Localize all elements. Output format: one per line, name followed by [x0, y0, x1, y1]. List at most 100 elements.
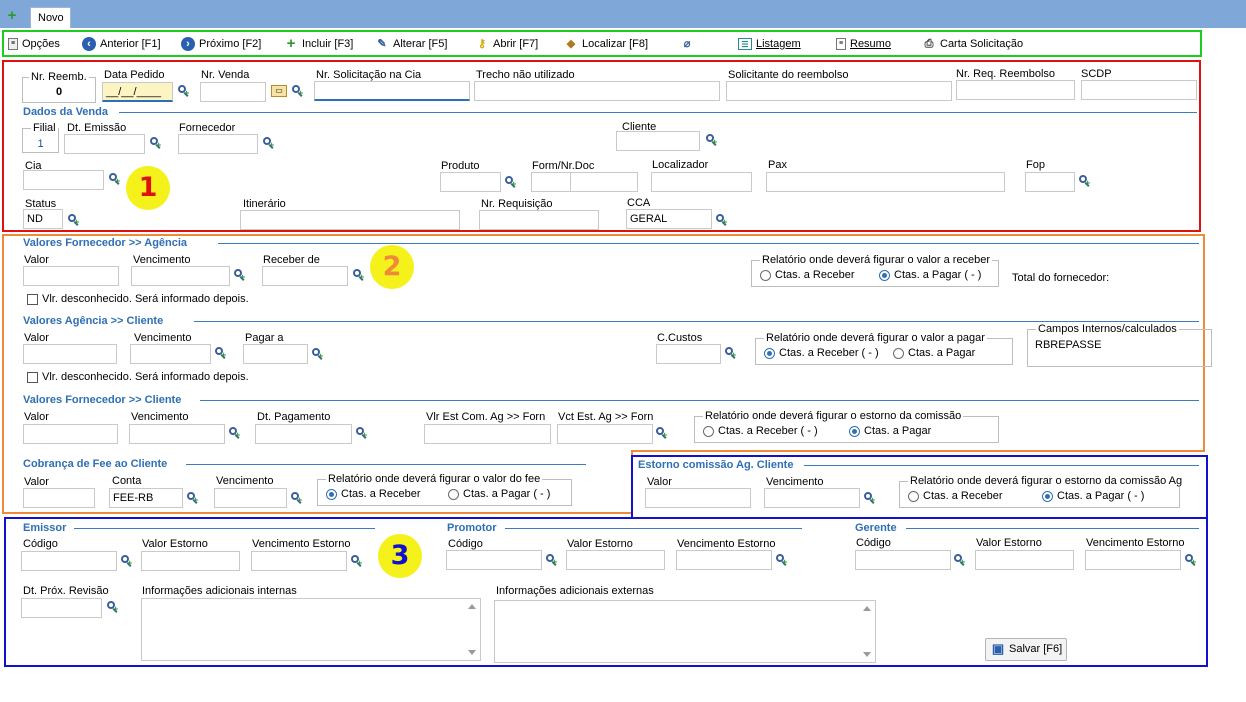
ac-vencimento-lookup-icon[interactable]: +: [214, 346, 228, 360]
ac-pagar-lookup-icon[interactable]: +: [311, 347, 325, 361]
itinerario-input[interactable]: [240, 210, 460, 230]
fa-vencimento-input[interactable]: [131, 266, 230, 286]
ac-pagar-input[interactable]: [243, 344, 308, 364]
fa-unknown-checkbox[interactable]: Vlr. desconhecido. Será informado depois…: [27, 292, 249, 306]
fc-vencimento-input[interactable]: [129, 424, 225, 444]
fa-valor-input[interactable]: [23, 266, 119, 286]
data-pedido-input[interactable]: __/__/____: [102, 82, 173, 102]
tab-novo[interactable]: Novo: [30, 7, 71, 28]
gerente-venc-input[interactable]: [1085, 550, 1181, 570]
gerente-valor-input[interactable]: [975, 550, 1074, 570]
emissor-codigo-lookup-icon[interactable]: +: [120, 554, 134, 568]
dt-emissao-input[interactable]: [64, 134, 145, 154]
fop-input[interactable]: [1025, 172, 1075, 192]
status-lookup-icon[interactable]: +: [67, 213, 81, 227]
fc-vencimento-lookup-icon[interactable]: +: [228, 426, 242, 440]
fornecedor-lookup-icon[interactable]: +: [262, 136, 276, 150]
info-internas-scrollbar[interactable]: [465, 600, 479, 659]
nr-solicitacao-input[interactable]: [314, 81, 470, 101]
promotor-valor-input[interactable]: [566, 550, 665, 570]
previous-button[interactable]: ‹ Anterior [F1]: [82, 37, 161, 53]
fa-radio-receber[interactable]: Ctas. a Receber: [760, 268, 854, 282]
dt-prox-revisao-input[interactable]: [21, 598, 102, 618]
fa-receber-lookup-icon[interactable]: +: [352, 268, 366, 282]
fee-vencimento-lookup-icon[interactable]: +: [290, 491, 304, 505]
add-button[interactable]: + Incluir [F3]: [284, 36, 354, 53]
solicitante-input[interactable]: [726, 81, 952, 101]
ccustos-input[interactable]: [656, 344, 721, 364]
pax-input[interactable]: [766, 172, 1005, 192]
emissor-venc-input[interactable]: [251, 551, 347, 571]
locate-button[interactable]: ◆ Localizar [F8]: [564, 37, 648, 53]
fornecedor-input[interactable]: [178, 134, 258, 154]
info-externas-textarea[interactable]: [494, 600, 876, 663]
promotor-venc-input[interactable]: [676, 550, 772, 570]
cliente-lookup-icon[interactable]: +: [705, 133, 719, 147]
estorno-radio-receber[interactable]: Ctas. a Receber: [908, 489, 1002, 503]
summary-button[interactable]: ≡ Resumo: [836, 37, 891, 53]
promotor-codigo-input[interactable]: [446, 550, 542, 570]
save-button[interactable]: ▣ Salvar [F6]: [985, 638, 1067, 661]
data-pedido-lookup-icon[interactable]: +: [177, 84, 191, 98]
estorno-valor-input[interactable]: [645, 488, 751, 508]
vlr-est-input[interactable]: [424, 424, 551, 444]
edit-button[interactable]: ✎ Alterar [F5]: [375, 37, 447, 53]
nr-requisicao-input[interactable]: [479, 210, 599, 230]
ccustos-lookup-icon[interactable]: +: [724, 346, 738, 360]
estorno-radio-pagar[interactable]: Ctas. a Pagar ( - ): [1042, 489, 1144, 503]
fc-radio-pagar[interactable]: Ctas. a Pagar: [849, 424, 931, 438]
form-input[interactable]: [531, 172, 571, 192]
letter-button[interactable]: ⎙ Carta Solicitação: [922, 37, 1024, 53]
add-tab-icon[interactable]: +: [5, 8, 19, 23]
ac-vencimento-input[interactable]: [130, 344, 211, 364]
gerente-codigo-lookup-icon[interactable]: +: [953, 553, 967, 567]
gerente-venc-lookup-icon[interactable]: +: [1184, 553, 1198, 567]
fop-lookup-icon[interactable]: +: [1078, 174, 1092, 188]
next-button[interactable]: › Próximo [F2]: [181, 37, 261, 53]
cca-lookup-icon[interactable]: +: [715, 213, 729, 227]
fa-vencimento-lookup-icon[interactable]: +: [233, 268, 247, 282]
fc-dt-pagamento-lookup-icon[interactable]: +: [355, 426, 369, 440]
fee-vencimento-input[interactable]: [214, 488, 287, 508]
promotor-codigo-lookup-icon[interactable]: +: [545, 553, 559, 567]
produto-input[interactable]: [440, 172, 501, 192]
dt-emissao-lookup-icon[interactable]: +: [149, 136, 163, 150]
nr-req-reembolso-input[interactable]: [956, 80, 1075, 100]
estorno-vencimento-lookup-icon[interactable]: +: [863, 491, 877, 505]
fc-radio-receber[interactable]: Ctas. a Receber ( - ): [703, 424, 818, 438]
fa-radio-pagar[interactable]: Ctas. a Pagar ( - ): [879, 268, 981, 282]
open-button[interactable]: ⚷ Abrir [F7]: [475, 37, 538, 53]
ac-radio-receber[interactable]: Ctas. a Receber ( - ): [764, 346, 879, 360]
vct-est-input[interactable]: [557, 424, 653, 444]
emissor-valor-input[interactable]: [141, 551, 240, 571]
fa-receber-input[interactable]: [262, 266, 348, 286]
produto-lookup-icon[interactable]: +: [504, 175, 518, 189]
trecho-input[interactable]: [474, 81, 720, 101]
options-button[interactable]: ≡ Opções: [8, 37, 60, 53]
nrdoc-input[interactable]: [570, 172, 638, 192]
vct-est-lookup-icon[interactable]: +: [655, 426, 669, 440]
book-icon[interactable]: ▭: [271, 85, 287, 97]
status-input[interactable]: ND: [23, 209, 63, 229]
gerente-codigo-input[interactable]: [855, 550, 951, 570]
nr-venda-lookup-icon[interactable]: +: [291, 84, 305, 98]
localizador-input[interactable]: [651, 172, 752, 192]
promotor-venc-lookup-icon[interactable]: +: [775, 553, 789, 567]
ac-valor-input[interactable]: [23, 344, 117, 364]
cca-input[interactable]: GERAL: [626, 209, 712, 229]
scdp-input[interactable]: [1081, 80, 1197, 100]
fee-radio-receber[interactable]: Ctas. a Receber: [326, 487, 420, 501]
fee-conta-input[interactable]: FEE-RB: [109, 488, 183, 508]
cia-input[interactable]: [23, 170, 104, 190]
list-button[interactable]: ☰ Listagem: [738, 37, 801, 53]
ac-radio-pagar[interactable]: Ctas. a Pagar: [893, 346, 975, 360]
attachment-button[interactable]: ⌀: [680, 37, 698, 53]
ac-unknown-checkbox[interactable]: Vlr. desconhecido. Será informado depois…: [27, 370, 249, 384]
info-externas-scrollbar[interactable]: [860, 602, 874, 661]
fc-dt-pagamento-input[interactable]: [255, 424, 352, 444]
fee-valor-input[interactable]: [23, 488, 95, 508]
cia-lookup-icon[interactable]: +: [108, 172, 122, 186]
fee-conta-lookup-icon[interactable]: +: [186, 491, 200, 505]
emissor-codigo-input[interactable]: [21, 551, 117, 571]
info-internas-textarea[interactable]: [141, 598, 481, 661]
